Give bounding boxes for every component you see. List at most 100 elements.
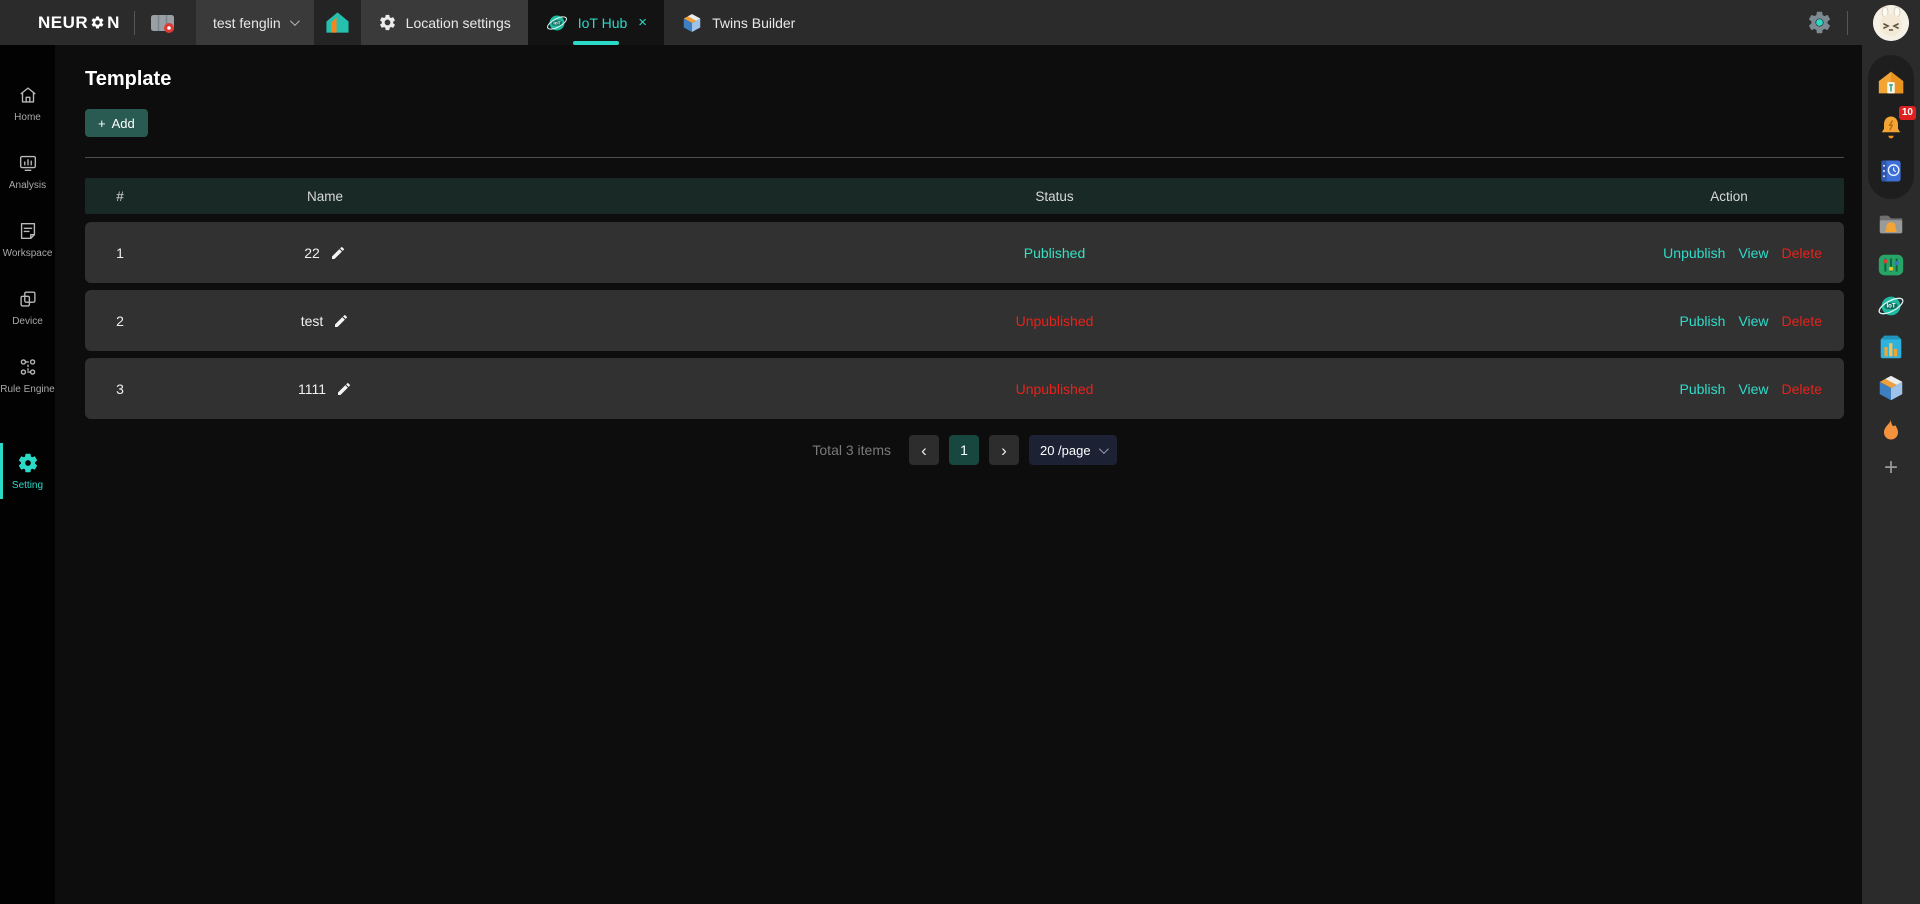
fire-safety-app-icon[interactable] bbox=[1876, 414, 1906, 444]
sidebar-item-label: Device bbox=[12, 316, 43, 327]
sidebar-item-analysis[interactable]: Analysis bbox=[0, 137, 55, 205]
pagination: Total 3 items ‹ 1 › 20 /page bbox=[85, 435, 1844, 465]
main-content: Template + Add # Name Status Action 1 22… bbox=[55, 45, 1862, 904]
row-index: 2 bbox=[85, 313, 155, 329]
add-app-plus-icon[interactable]: + bbox=[1884, 454, 1898, 482]
map-location-icon[interactable] bbox=[149, 0, 176, 45]
publish-link[interactable]: Publish bbox=[1680, 381, 1726, 397]
logo-text-left: NEUR bbox=[38, 13, 88, 33]
analysis-icon bbox=[17, 152, 39, 174]
delete-link[interactable]: Delete bbox=[1782, 245, 1822, 261]
tab-iot-hub[interactable]: IoT Hub × bbox=[528, 0, 664, 45]
home-icon bbox=[17, 84, 39, 106]
sidebar-item-label: Analysis bbox=[9, 180, 46, 191]
rule-chain-app-icon[interactable] bbox=[1876, 250, 1906, 280]
table-row: 3 1111 Unpublished Publish View Delete bbox=[85, 358, 1844, 419]
workspace-icon bbox=[17, 220, 39, 242]
delete-link[interactable]: Delete bbox=[1782, 381, 1822, 397]
template-name: 22 bbox=[304, 245, 320, 261]
table-row: 1 22 Published Unpublish View Delete bbox=[85, 222, 1844, 283]
edit-pencil-icon[interactable] bbox=[330, 245, 346, 261]
rule-engine-icon bbox=[17, 356, 39, 378]
tab-workspace-selector[interactable]: test fenglin bbox=[196, 0, 314, 45]
row-index: 1 bbox=[85, 245, 155, 261]
iot-planet-icon bbox=[545, 11, 569, 35]
column-header-status: Status bbox=[495, 189, 1614, 204]
topbar-divider bbox=[134, 11, 135, 35]
add-button[interactable]: + Add bbox=[85, 109, 148, 137]
twins-builder-app-icon[interactable] bbox=[1876, 373, 1906, 403]
plus-icon: + bbox=[98, 116, 106, 131]
iot-hub-tab-label: IoT Hub bbox=[578, 15, 628, 31]
rail-pinned-group: 10 bbox=[1868, 55, 1914, 199]
active-item-indicator bbox=[0, 443, 3, 499]
edit-pencil-icon[interactable] bbox=[333, 313, 349, 329]
add-button-label: Add bbox=[112, 116, 135, 131]
template-name: test bbox=[301, 313, 324, 329]
twins-builder-cube-icon bbox=[681, 12, 703, 34]
tab-twins-builder[interactable]: Twins Builder bbox=[664, 0, 812, 45]
sidebar-item-label: Setting bbox=[12, 480, 43, 491]
sidebar-item-label: Rule Engine bbox=[0, 384, 54, 395]
row-index: 3 bbox=[85, 381, 155, 397]
sidebar-item-rule-engine[interactable]: Rule Engine bbox=[0, 341, 55, 409]
sidebar-item-setting[interactable]: Setting bbox=[0, 437, 55, 505]
tab-home[interactable] bbox=[314, 0, 361, 45]
close-icon[interactable]: × bbox=[638, 14, 647, 31]
view-link[interactable]: View bbox=[1738, 381, 1768, 397]
status-badge: Unpublished bbox=[1016, 313, 1094, 329]
current-page-button[interactable]: 1 bbox=[949, 435, 979, 465]
edit-pencil-icon[interactable] bbox=[336, 381, 352, 397]
sidebar-item-device[interactable]: Device bbox=[0, 273, 55, 341]
sidebar-item-label: Home bbox=[14, 112, 41, 123]
total-items-text: Total 3 items bbox=[812, 442, 891, 458]
setting-gear-icon bbox=[17, 452, 39, 474]
right-app-rail: 10 bbox=[1862, 45, 1920, 904]
page-size-select[interactable]: 20 /page bbox=[1029, 435, 1117, 465]
sidebar-item-label: Workspace bbox=[3, 248, 53, 259]
template-name: 1111 bbox=[298, 381, 326, 397]
active-tab-indicator bbox=[573, 41, 619, 45]
iot-hub-app-icon[interactable] bbox=[1876, 291, 1906, 321]
view-link[interactable]: View bbox=[1738, 245, 1768, 261]
notifications-bell-icon[interactable]: 10 bbox=[1876, 112, 1906, 142]
table-header-row: # Name Status Action bbox=[85, 178, 1844, 214]
column-header-name: Name bbox=[155, 189, 495, 204]
energy-station-app-icon[interactable] bbox=[1876, 332, 1906, 362]
home-house-icon bbox=[325, 10, 350, 35]
left-sidebar: Home Analysis Workspace Device Rule Engi… bbox=[0, 45, 55, 904]
page-title: Template bbox=[85, 65, 1844, 93]
settings-gear-button[interactable] bbox=[1806, 9, 1833, 36]
sidebar-item-home[interactable]: Home bbox=[0, 69, 55, 137]
divider bbox=[85, 157, 1844, 158]
sidebar-item-workspace[interactable]: Workspace bbox=[0, 205, 55, 273]
table-row: 2 test Unpublished Publish View Delete bbox=[85, 290, 1844, 351]
neuron-logo: NEUR N bbox=[38, 0, 120, 45]
column-header-action: Action bbox=[1614, 189, 1844, 204]
alarm-archive-app-icon[interactable] bbox=[1876, 209, 1906, 239]
rail-app-list bbox=[1876, 209, 1906, 444]
column-header-index: # bbox=[85, 189, 155, 204]
top-bar: NEUR N test fenglin Location settings Io… bbox=[0, 0, 1920, 45]
topbar-divider bbox=[1847, 11, 1848, 35]
publish-link[interactable]: Publish bbox=[1680, 313, 1726, 329]
twins-builder-tab-label: Twins Builder bbox=[712, 15, 795, 31]
chevron-down-icon bbox=[1099, 444, 1109, 454]
logbook-app-icon[interactable] bbox=[1876, 156, 1906, 186]
workspace-tab-label: test fenglin bbox=[213, 15, 281, 31]
smart-home-app-icon[interactable] bbox=[1876, 68, 1906, 98]
logo-text-right: N bbox=[107, 13, 120, 33]
tab-location-settings[interactable]: Location settings bbox=[361, 0, 528, 45]
template-table: # Name Status Action 1 22 Published Unpu… bbox=[85, 178, 1844, 419]
unpublish-link[interactable]: Unpublish bbox=[1663, 245, 1725, 261]
next-page-button[interactable]: › bbox=[989, 435, 1019, 465]
prev-page-button[interactable]: ‹ bbox=[909, 435, 939, 465]
neuron-logo-gear-icon bbox=[90, 15, 105, 30]
notification-badge: 10 bbox=[1899, 106, 1916, 120]
view-link[interactable]: View bbox=[1738, 313, 1768, 329]
delete-link[interactable]: Delete bbox=[1782, 313, 1822, 329]
location-settings-tab-label: Location settings bbox=[406, 15, 511, 31]
user-avatar[interactable] bbox=[1873, 5, 1909, 41]
device-icon bbox=[17, 288, 39, 310]
status-badge: Published bbox=[1024, 245, 1086, 261]
